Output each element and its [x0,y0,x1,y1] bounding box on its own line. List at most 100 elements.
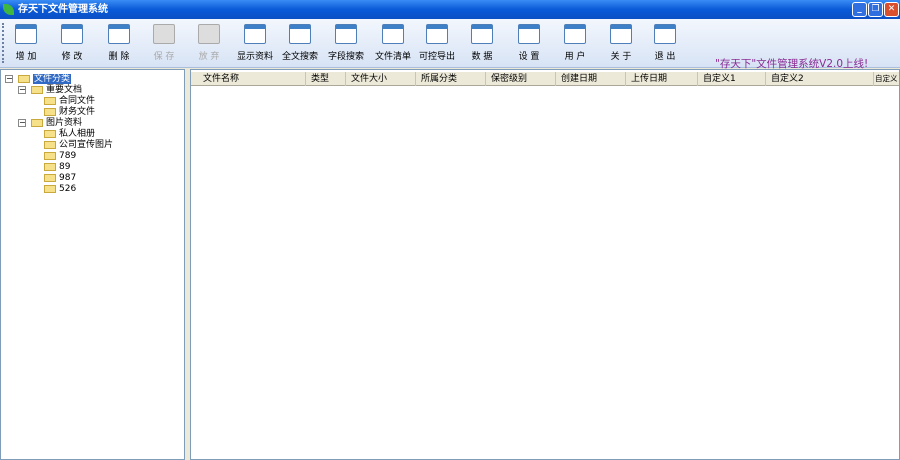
column-header[interactable]: 上传日期 [626,72,698,86]
tree-node-label: 重要文档 [46,85,83,95]
data-icon [471,24,493,44]
tree-node-label: 财务文件 [59,107,96,117]
tree-node-label: 私人相册 [59,129,96,139]
tree-node-label: 公司宣传图片 [59,140,114,150]
toolbar-button-13[interactable]: 关 于 [599,22,643,66]
column-header[interactable]: 自定义2 [766,72,874,86]
toolbar-button-label: 用 户 [564,52,586,62]
toolbar-button-3[interactable]: 保 存 [142,22,186,66]
column-header[interactable]: 类型 [306,72,346,86]
maximize-button[interactable]: ❐ [868,2,883,17]
list-header: 文件名称 类型 文件大小 所属分类 保密级别 创建日期 上传日期 自定义1 自定义2 自定义 [191,72,899,86]
edit-icon [61,24,83,44]
window-title: 存天下文件管理系统 [18,4,108,15]
column-header[interactable]: 文件大小 [346,72,416,86]
toolbar-button-2[interactable]: 删 除 [97,22,141,66]
toolbar-button-4[interactable]: 放 弃 [187,22,231,66]
collapse-toggle[interactable]: − [5,75,13,83]
undo-icon [198,24,220,44]
tree-node-label: 987 [59,173,77,183]
toolbar-button-8[interactable]: 文件清单 [371,22,415,66]
toolbar-button-label: 放 弃 [198,52,220,62]
category-tree[interactable]: 文件分类 − 重要文档 − 合同文件 财务文件 图片资料 − 私人相册 公司宣传图片 789 89 98… [0,69,185,460]
toolbar-button-14[interactable]: 退 出 [643,22,687,66]
tree-node[interactable]: 987 [44,173,76,184]
folder-icon [44,151,56,160]
toolbar-button-11[interactable]: 设 置 [507,22,551,66]
toolbar-button-label: 可控导出 [418,52,455,62]
fulltext-search-icon [289,24,311,44]
toolbar-button-label: 显示资料 [236,52,273,62]
toolbar-button-0[interactable]: 增 加 [4,22,48,66]
toolbar-button-label: 设 置 [518,52,540,62]
tree-node[interactable]: 合同文件 [44,96,95,107]
folder-icon [44,184,56,193]
toolbar-button-1[interactable]: 修 改 [50,22,94,66]
toolbar-button-6[interactable]: 全文搜索 [278,22,322,66]
toolbar-button-label: 增 加 [15,52,37,62]
collapse-toggle[interactable]: − [18,119,26,127]
toolbar-button-10[interactable]: 数 据 [460,22,504,66]
export-icon [426,24,448,44]
folder-icon [44,107,56,116]
tree-node-label: 89 [59,162,71,172]
tree-node-label: 526 [59,184,77,194]
tree-node[interactable]: 重要文档 [31,85,82,96]
folder-icon [44,140,56,149]
close-button[interactable]: ✕ [884,2,899,17]
folder-icon [44,173,56,182]
tree-node[interactable]: 私人相册 [44,129,95,140]
settings-icon [518,24,540,44]
toolbar-button-label: 保 存 [153,52,175,62]
toolbar-button-12[interactable]: 用 户 [553,22,597,66]
toolbar-button-label: 修 改 [61,52,83,62]
toolbar-button-label: 退 出 [654,52,676,62]
toolbar-button-label: 关 于 [610,52,632,62]
tree-node[interactable]: 图片资料 [31,118,82,129]
tree-node-label: 图片资料 [46,118,83,128]
show-icon [244,24,266,44]
folder-icon [44,96,56,105]
delete-icon [108,24,130,44]
binoculars-icon [335,24,357,44]
collapse-toggle[interactable]: − [18,86,26,94]
users-icon [564,24,586,44]
toolbar-button-label: 文件清单 [374,52,411,62]
column-header[interactable]: 自定义1 [698,72,766,86]
tree-node-label: 789 [59,151,77,161]
tree-node[interactable]: 789 [44,151,76,162]
info-icon [610,24,632,44]
folder-icon [31,85,43,94]
app-leaf-icon [3,4,14,15]
minimize-button[interactable]: _ [852,2,867,17]
column-header[interactable]: 所属分类 [416,72,486,86]
folder-icon [44,129,56,138]
tree-node[interactable]: 89 [44,162,70,173]
toolbar-button-label: 全文搜索 [281,52,318,62]
exit-icon [654,24,676,44]
folder-icon [31,118,43,127]
column-header[interactable]: 保密级别 [486,72,556,86]
toolbar-button-label: 删 除 [108,52,130,62]
save-icon [153,24,175,44]
column-header[interactable]: 创建日期 [556,72,626,86]
tree-node-label: 合同文件 [59,96,96,106]
toolbar-button-label: 字段搜索 [327,52,364,62]
tree-node-label: 文件分类 [33,74,72,84]
toolbar-button-label: 数 据 [471,52,493,62]
tree-node[interactable]: 财务文件 [44,107,95,118]
folder-icon [44,162,56,171]
toolbar-button-5[interactable]: 显示资料 [233,22,277,66]
toolbar-button-7[interactable]: 字段搜索 [324,22,368,66]
file-list[interactable]: 文件名称 类型 文件大小 所属分类 保密级别 创建日期 上传日期 自定义1 自定义2 自定义 [190,69,900,460]
title-bar: 存天下文件管理系统 _ ❐ ✕ [0,0,900,19]
tree-node[interactable]: 公司宣传图片 [44,140,113,151]
tree-node[interactable]: 文件分类 [18,74,72,85]
column-header[interactable]: 文件名称 [198,72,306,86]
toolbar-button-9[interactable]: 可控导出 [415,22,459,66]
tree-node[interactable]: 526 [44,184,76,195]
folder-icon [18,74,30,83]
add-icon [15,24,37,44]
toolbar: 增 加 修 改 删 除 保 存 放 弃 显示资料 全文搜索 字段搜索 文件清单 可控导出 数 据 设 … [0,19,900,70]
column-header[interactable]: 自定义 [874,72,899,86]
